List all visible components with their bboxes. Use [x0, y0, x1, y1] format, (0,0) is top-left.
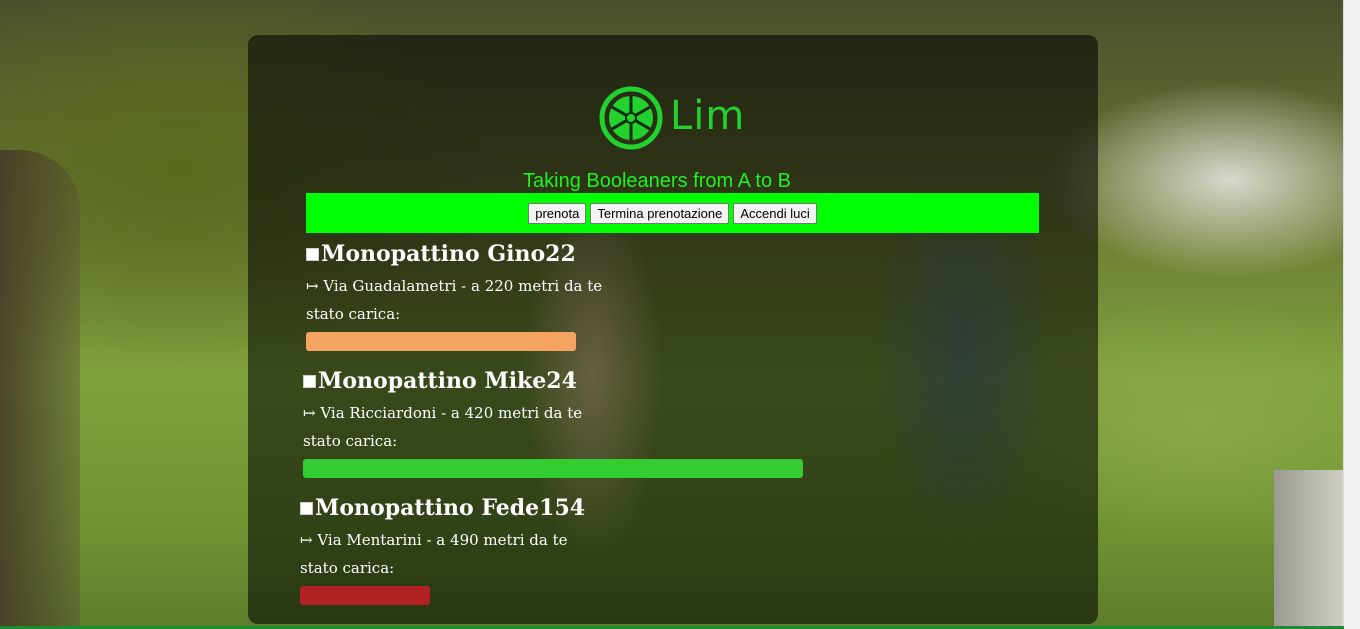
charge-label: stato carica:: [306, 305, 401, 323]
background-tree: [0, 150, 80, 629]
termina-prenotazione-button[interactable]: Termina prenotazione: [590, 202, 730, 224]
scooter-address: ↦ Via Mentarini - a 490 metri da te: [300, 531, 568, 549]
accendi-luci-button[interactable]: Accendi luci: [733, 202, 817, 224]
scooter-address: ↦ Via Ricciardoni - a 420 metri da te: [303, 404, 583, 422]
scooter-item: Monopattino Gino22 ↦ Via Guadalametri - …: [306, 241, 602, 351]
scooter-item: Monopattino Mike24 ↦ Via Ricciardoni - a…: [303, 368, 803, 478]
charge-bar: [303, 459, 803, 478]
select-checkbox[interactable]: [300, 501, 313, 515]
page-scrollbar[interactable]: [1343, 0, 1360, 629]
logo: Lim: [598, 85, 745, 151]
lime-wheel-icon: [599, 86, 663, 150]
charge-bar: [300, 586, 430, 605]
scooter-title: Monopattino Mike24: [303, 368, 803, 394]
charge-label: stato carica:: [303, 432, 398, 450]
prenota-button[interactable]: prenota: [528, 202, 587, 224]
scooter-name: Monopattino Mike24: [318, 368, 577, 394]
background-pillar: [1274, 470, 1344, 629]
select-checkbox[interactable]: [303, 374, 316, 388]
scooter-name: Monopattino Gino22: [321, 241, 576, 267]
charge-label: stato carica:: [300, 559, 395, 577]
select-checkbox[interactable]: [306, 247, 319, 261]
scooter-item: Monopattino Fede154 ↦ Via Mentarini - a …: [300, 495, 585, 605]
scooter-name: Monopattino Fede154: [315, 495, 586, 521]
brand-name: Lim: [670, 93, 746, 139]
toolbar: prenota Termina prenotazione Accendi luc…: [306, 193, 1039, 233]
tagline: Taking Booleaners from A to B: [523, 170, 791, 192]
charge-bar: [306, 332, 576, 351]
background-rider-right: [838, 85, 1088, 624]
scooter-title: Monopattino Gino22: [306, 241, 602, 267]
main-panel: Lim Taking Booleaners from A to B prenot…: [248, 35, 1098, 624]
scooter-title: Monopattino Fede154: [300, 495, 585, 521]
scooter-address: ↦ Via Guadalametri - a 220 metri da te: [306, 277, 603, 295]
